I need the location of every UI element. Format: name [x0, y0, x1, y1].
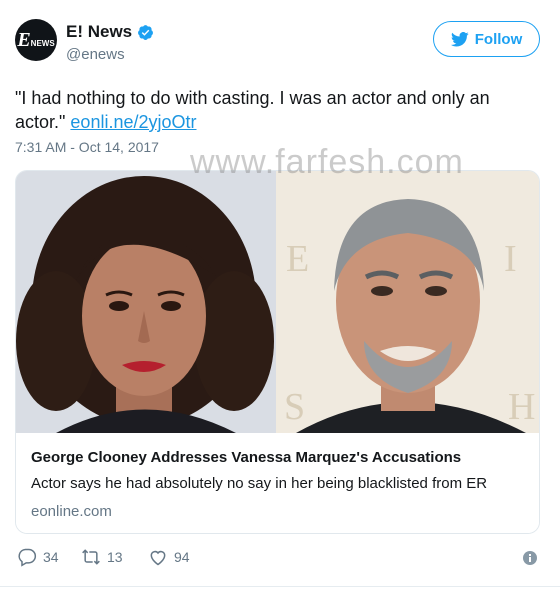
avatar[interactable]: E NEWS — [15, 19, 57, 61]
retweet-icon — [82, 549, 100, 565]
card-images: E I S H — [16, 171, 539, 433]
verified-badge-icon — [138, 24, 154, 40]
tweet-actions: 34 13 94 — [15, 547, 545, 571]
follow-button-label: Follow — [474, 30, 523, 48]
info-icon[interactable] — [522, 550, 538, 566]
svg-text:S: S — [284, 386, 305, 428]
like-button[interactable]: 94 — [148, 547, 190, 567]
svg-text:I: I — [504, 238, 517, 280]
svg-text:H: H — [508, 386, 535, 428]
reply-count: 34 — [43, 549, 59, 565]
man-portrait-illustration: E I S H — [276, 171, 539, 433]
twitter-bird-icon — [450, 31, 469, 46]
avatar-logo-e: E — [17, 28, 30, 51]
woman-portrait-illustration — [16, 171, 276, 433]
svg-text:E: E — [286, 238, 309, 280]
reply-button[interactable]: 34 — [17, 547, 59, 567]
link-card[interactable]: E I S H George Clooney Addresses Vanessa… — [15, 170, 540, 534]
tweet-text: "I had nothing to do with casting. I was… — [15, 86, 535, 134]
handle[interactable]: @enews — [66, 46, 125, 63]
avatar-logo-news: NEWS — [30, 38, 55, 48]
card-photo-woman — [16, 171, 276, 433]
card-description: Actor says he had absolutely no say in h… — [31, 475, 488, 492]
tweet-card: E NEWS E! News @enews Follow "I had noth… — [0, 0, 560, 591]
tweet-link[interactable]: eonli.ne/2yjoOtr — [70, 112, 196, 132]
reply-icon — [18, 548, 37, 567]
timestamp[interactable]: 7:31 AM - Oct 14, 2017 — [15, 139, 159, 155]
bottom-divider — [0, 586, 560, 587]
follow-button[interactable]: Follow — [433, 21, 540, 57]
card-photo-man: E I S H — [276, 171, 539, 433]
card-title: George Clooney Addresses Vanessa Marquez… — [31, 449, 462, 466]
retweet-count: 13 — [107, 549, 123, 565]
card-domain: eonline.com — [31, 503, 112, 520]
like-count: 94 — [174, 549, 190, 565]
card-body: George Clooney Addresses Vanessa Marquez… — [16, 433, 539, 533]
heart-icon — [150, 550, 166, 566]
name-row: E! News — [66, 22, 154, 42]
retweet-button[interactable]: 13 — [81, 547, 123, 567]
display-name[interactable]: E! News — [66, 22, 132, 42]
